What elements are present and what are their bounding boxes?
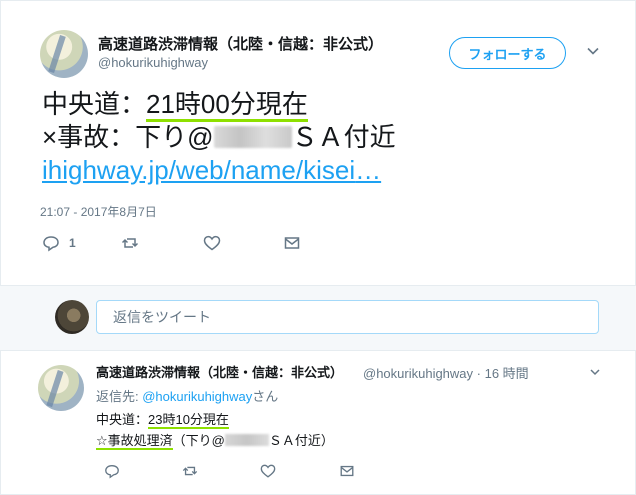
retweet-button[interactable] xyxy=(182,461,198,481)
reply-button[interactable]: 1 xyxy=(42,233,76,253)
retweet-button[interactable] xyxy=(121,233,139,253)
redacted-location xyxy=(224,434,269,446)
reply-author-name[interactable]: 高速道路渋滞情報（北陸・信越：非公式） xyxy=(96,362,343,381)
message-icon xyxy=(340,465,354,477)
tweet-timestamp[interactable]: 21:07 - 2017年8月7日 xyxy=(40,203,157,220)
reply-status-highlight: ☆事故処理済 xyxy=(96,433,173,450)
tweet-line-1: 中央道：21時00分現在 xyxy=(42,88,396,122)
redacted-location xyxy=(213,126,292,148)
reply-icon xyxy=(43,236,59,252)
tweet-link-ellipsis[interactable]: … xyxy=(355,155,381,185)
tweet-line-1-prefix: 中央道： xyxy=(42,89,147,119)
tweet-actions: 1 xyxy=(40,233,340,253)
author-avatar[interactable] xyxy=(40,30,88,78)
reply-line-1-prefix: 中央道： xyxy=(96,412,149,427)
retweet-icon xyxy=(182,466,198,476)
replying-to-prefix: 返信先: xyxy=(96,389,143,404)
retweet-icon xyxy=(121,238,139,248)
reply-author-meta[interactable]: @hokurikuhighway · 16 時間 xyxy=(363,363,529,382)
reply-line-2-middle: （下り@ xyxy=(172,433,225,448)
replying-to-suffix: さん xyxy=(252,389,279,404)
tweet-line-3: ihighway.jp/web/name/kisei… xyxy=(42,154,396,187)
like-button[interactable] xyxy=(260,461,276,481)
reply-line-1: 中央道：23時10分現在 xyxy=(96,409,334,430)
replying-to-mention[interactable]: @hokurikuhighway xyxy=(142,389,252,404)
replying-to: 返信先: @hokurikuhighwayさん xyxy=(96,386,278,405)
author-handle[interactable]: @hokurikuhighway xyxy=(98,55,208,70)
tweet-line-2-prefix: ×事故：下り@ xyxy=(42,122,214,152)
tweet-line-2: ×事故：下り@ ＳＡ付近 xyxy=(42,121,396,154)
reply-time-highlight: 23時10分現在 xyxy=(148,412,229,429)
tweet-link-text[interactable]: ihighway.jp/web/name/kisei xyxy=(42,155,355,185)
author-name[interactable]: 高速道路渋滞情報（北陸・信越：非公式） xyxy=(98,33,383,54)
current-user-avatar xyxy=(55,300,89,334)
like-icon xyxy=(203,235,221,251)
reply-count: 1 xyxy=(69,236,76,250)
message-button[interactable] xyxy=(339,461,355,481)
reply-line-2: ☆事故処理済（下り@ ＳＡ付近） xyxy=(96,430,334,451)
tweet-time-highlight: 21時00分現在 xyxy=(146,89,308,122)
like-button[interactable] xyxy=(203,233,221,253)
reply-input[interactable]: 返信をツイート xyxy=(96,300,599,334)
chevron-down-icon[interactable] xyxy=(586,44,600,58)
tweet-text: 中央道：21時00分現在 ×事故：下り@ ＳＡ付近 ihighway.jp/web… xyxy=(42,88,396,187)
like-icon xyxy=(260,464,276,478)
tweet-line-2-suffix: ＳＡ付近 xyxy=(291,122,396,152)
reply-line-2-suffix: ＳＡ付近） xyxy=(268,433,334,448)
message-icon xyxy=(284,237,300,249)
reply-tweet-actions xyxy=(96,461,376,479)
follow-button[interactable]: フォローする xyxy=(449,37,566,69)
reply-tweet-text: 中央道：23時10分現在 ☆事故処理済（下り@ ＳＡ付近） xyxy=(96,409,334,451)
reply-author-avatar[interactable] xyxy=(38,365,84,411)
message-button[interactable] xyxy=(283,233,301,253)
reply-icon xyxy=(105,464,119,479)
reply-button[interactable] xyxy=(104,461,120,481)
tweet-link[interactable]: ihighway.jp/web/name/kisei… xyxy=(42,155,381,185)
chevron-down-icon[interactable] xyxy=(589,366,601,378)
